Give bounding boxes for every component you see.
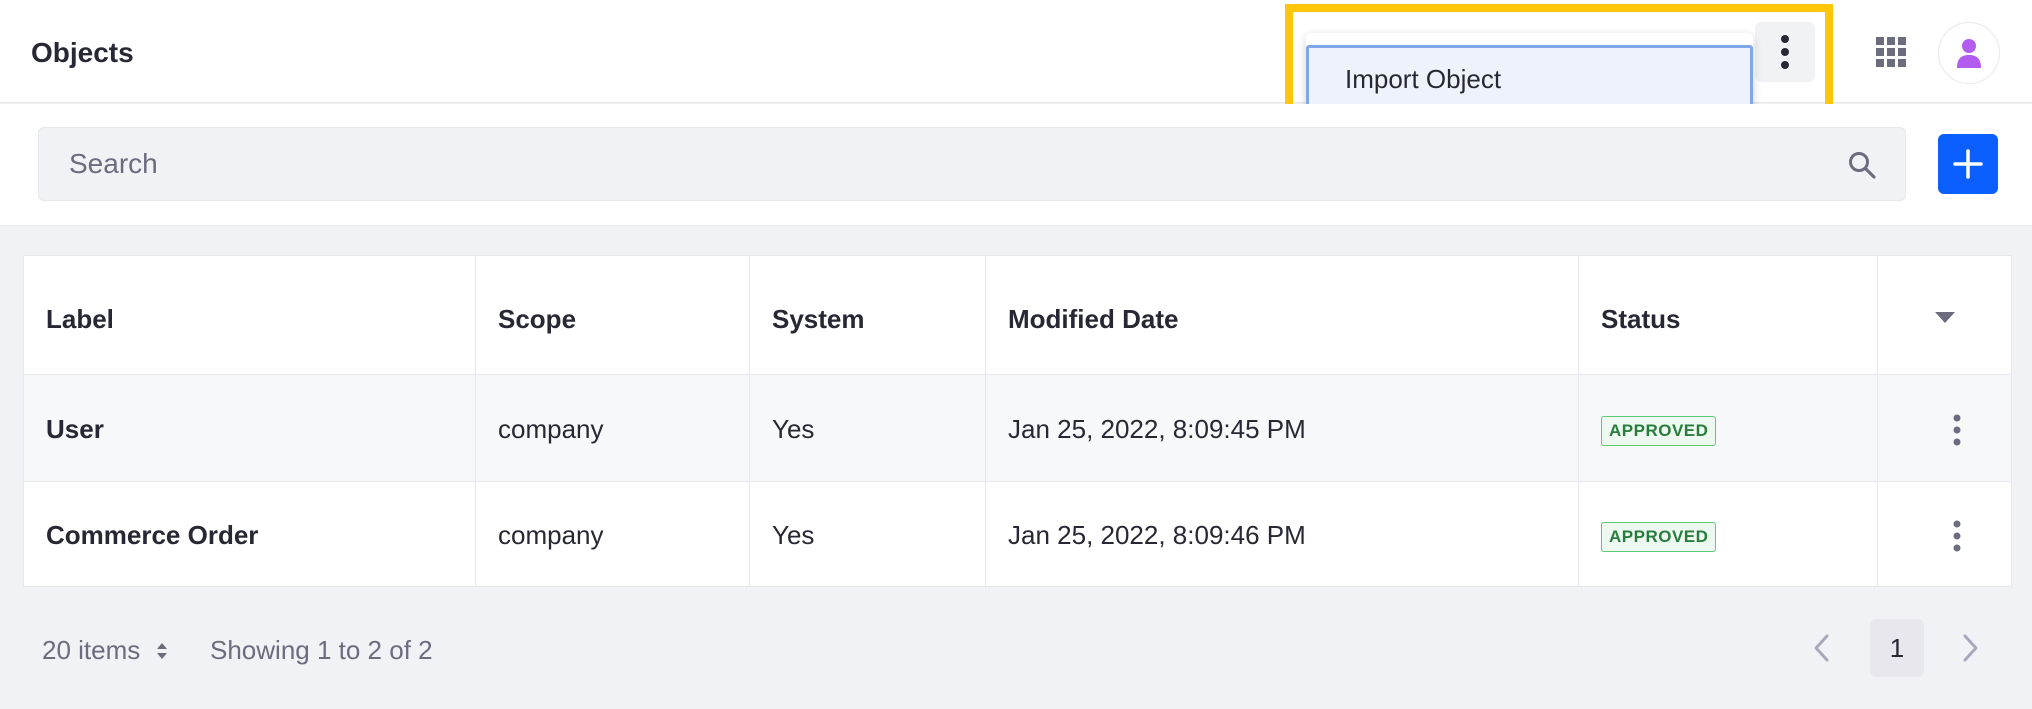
chevron-left-icon[interactable] (1812, 634, 1832, 662)
status-badge: APPROVED (1601, 522, 1717, 552)
kebab-vertical-icon (1953, 414, 1961, 446)
sort-arrows-icon (156, 643, 167, 659)
page-title: Objects (31, 37, 134, 68)
items-per-page-select[interactable]: 20 items (42, 635, 168, 666)
pagination-page-1[interactable]: 1 (1870, 619, 1924, 677)
plus-icon (1953, 149, 1983, 179)
row-divider (24, 481, 2011, 482)
column-header-modified-date[interactable]: Modified Date (1008, 304, 1178, 335)
kebab-vertical-icon (1781, 35, 1789, 69)
table-cell-system: Yes (772, 520, 815, 550)
row-actions-button[interactable] (1947, 518, 1967, 554)
column-header-scope[interactable]: Scope (498, 304, 576, 335)
table-cell-modified-date: Jan 25, 2022, 8:09:46 PM (1008, 520, 1306, 550)
table-cell-scope: company (498, 414, 604, 444)
table-cell-system: Yes (772, 414, 815, 444)
user-avatar[interactable] (1938, 22, 2000, 84)
status-badge: APPROVED (1601, 416, 1717, 446)
column-divider (1578, 256, 1579, 586)
kebab-vertical-icon (1953, 520, 1961, 552)
table-cell-label[interactable]: Commerce Order (46, 520, 258, 551)
search-icon[interactable] (1848, 151, 1876, 179)
column-divider (985, 256, 986, 586)
user-avatar-icon (1957, 39, 1981, 68)
column-divider (1877, 256, 1878, 586)
apps-grid-icon[interactable] (1876, 37, 1906, 67)
chevron-right-icon[interactable] (1960, 634, 1980, 662)
column-header-system[interactable]: System (772, 304, 865, 335)
pagination-results: Showing 1 to 2 of 2 (210, 635, 433, 665)
actions-menu-button[interactable] (1755, 22, 1815, 82)
add-object-button[interactable] (1938, 134, 1998, 194)
import-object-menu-item[interactable]: Import Object (1306, 45, 1753, 113)
column-header-status[interactable]: Status (1601, 304, 1680, 335)
row-divider (24, 374, 2011, 375)
items-per-page-label: 20 items (42, 635, 141, 665)
table-cell-label[interactable]: User (46, 414, 104, 445)
column-divider (475, 256, 476, 586)
caret-down-icon[interactable] (1935, 312, 1955, 324)
table-cell-scope: company (498, 520, 604, 550)
column-divider (749, 256, 750, 586)
row-actions-button[interactable] (1947, 412, 1967, 448)
search-input[interactable] (38, 127, 1906, 201)
objects-table: Label Scope System Modified Date Status … (23, 255, 2012, 587)
column-header-label[interactable]: Label (46, 304, 114, 335)
table-cell-modified-date: Jan 25, 2022, 8:09:45 PM (1008, 414, 1306, 444)
